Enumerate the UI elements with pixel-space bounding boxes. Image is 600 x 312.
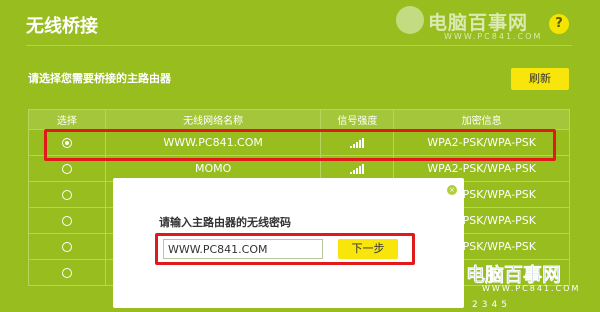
watermark-bottom-text: 电脑百事网 bbox=[466, 264, 562, 287]
table-header-row: 选择 无线网络名称 信号强度 加密信息 bbox=[28, 109, 570, 130]
select-cell bbox=[28, 259, 106, 286]
close-icon[interactable]: × bbox=[447, 185, 457, 195]
watermark-bottom: 电脑百事网 WWW.PC841.COM bbox=[466, 260, 600, 300]
select-cell bbox=[28, 207, 106, 234]
selected-row-highlight bbox=[44, 129, 556, 161]
column-header-ssid: 无线网络名称 bbox=[104, 109, 322, 130]
password-dialog: × 请输入主路由器的无线密码 下一步 bbox=[113, 178, 464, 308]
select-radio[interactable] bbox=[61, 216, 72, 226]
column-header-select: 选择 bbox=[28, 109, 106, 130]
page-link[interactable]: 2 bbox=[472, 300, 478, 310]
column-header-encryption: 加密信息 bbox=[393, 109, 570, 130]
password-prompt: 请输入主路由器的无线密码 bbox=[159, 216, 291, 229]
watermark-bottom-subtext: WWW.PC841.COM bbox=[482, 284, 581, 293]
select-radio[interactable] bbox=[61, 242, 72, 252]
page-link[interactable]: 4 bbox=[491, 300, 497, 310]
page-link[interactable]: 5 bbox=[501, 300, 507, 310]
signal-strength-icon bbox=[350, 164, 365, 174]
select-radio[interactable] bbox=[61, 190, 72, 200]
help-icon[interactable]: ? bbox=[549, 14, 569, 34]
select-radio[interactable] bbox=[61, 268, 72, 278]
title-divider bbox=[26, 45, 572, 46]
password-highlight bbox=[155, 233, 415, 265]
select-radio[interactable] bbox=[61, 164, 72, 174]
watermark-logo-icon bbox=[396, 6, 424, 34]
refresh-button[interactable]: 刷新 bbox=[511, 68, 569, 90]
watermark-logo: 电脑百事网 WWW.PC841.COM bbox=[396, 6, 540, 50]
section-label: 请选择您需要桥接的主路由器 bbox=[28, 72, 171, 85]
watermark-text: 电脑百事网 bbox=[428, 12, 529, 34]
pagination: 2345 bbox=[472, 300, 511, 310]
watermark-subtext: WWW.PC841.COM bbox=[444, 32, 543, 41]
select-cell bbox=[28, 181, 106, 208]
select-cell bbox=[28, 233, 106, 260]
column-header-signal: 信号强度 bbox=[320, 109, 395, 130]
page-link[interactable]: 3 bbox=[482, 300, 488, 310]
page-title: 无线桥接 bbox=[26, 16, 98, 37]
